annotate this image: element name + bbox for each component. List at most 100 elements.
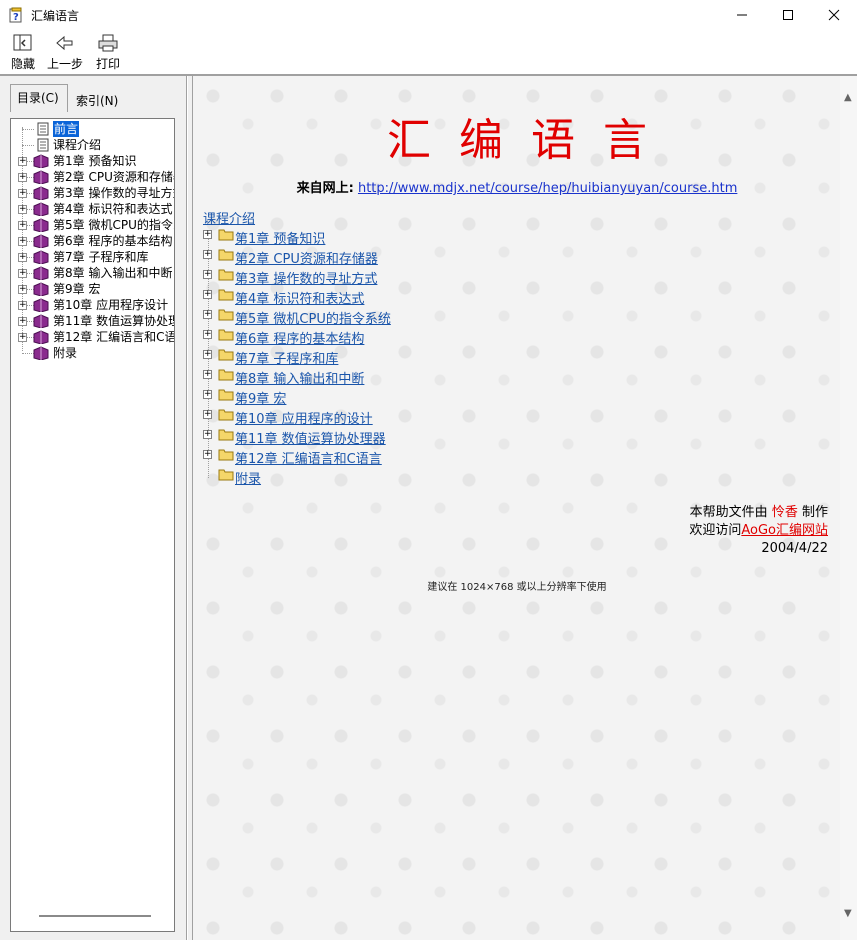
expand-icon[interactable]: + bbox=[203, 290, 212, 299]
expand-icon[interactable]: + bbox=[18, 285, 27, 294]
credit-visit-line: 欢迎访问AoGo汇编网站 bbox=[689, 522, 828, 540]
tab-contents[interactable]: 目录(C) bbox=[10, 84, 68, 112]
tree-item[interactable]: + 第7章 子程序和库 bbox=[11, 249, 174, 265]
toc-chapter-link[interactable]: 第1章 预备知识 bbox=[235, 228, 325, 247]
close-button[interactable] bbox=[811, 0, 857, 30]
vertical-scrollbar[interactable]: ▲ ▼ bbox=[840, 76, 857, 940]
book-icon bbox=[33, 346, 49, 361]
expand-icon[interactable]: + bbox=[203, 370, 212, 379]
folder-icon bbox=[218, 248, 234, 261]
expand-icon[interactable]: + bbox=[18, 237, 27, 246]
credit-author-line: 本帮助文件由 怜香 制作 bbox=[689, 504, 828, 522]
navigation-pane: 目录(C) 索引(N) 前言 课程介绍 + 第1章 预备知识 + 第2章 CPU资源和存储… bbox=[0, 76, 187, 940]
credit-prefix: 本帮助文件由 bbox=[689, 505, 768, 520]
toc-chapter-link[interactable]: 第4章 标识符和表达式 bbox=[235, 288, 364, 307]
tree-item-label: 附录 bbox=[53, 346, 78, 360]
folder-icon bbox=[218, 348, 234, 361]
maximize-button[interactable] bbox=[765, 0, 811, 30]
expand-icon[interactable]: + bbox=[18, 205, 27, 214]
expand-icon[interactable]: + bbox=[18, 221, 27, 230]
horizontal-scrollbar[interactable] bbox=[39, 915, 151, 917]
expand-icon[interactable]: + bbox=[203, 430, 212, 439]
toc-chapter-link[interactable]: 第11章 数值运算协处理器 bbox=[235, 428, 386, 447]
tab-index-label: 索引(N) bbox=[76, 94, 119, 108]
expand-icon[interactable]: + bbox=[18, 269, 27, 278]
back-label: 上一步 bbox=[46, 57, 83, 71]
tree-item[interactable]: + 第5章 微机CPU的指令系统 bbox=[11, 217, 174, 233]
toc-chapter-link[interactable]: 第7章 子程序和库 bbox=[235, 348, 338, 367]
back-button[interactable]: 上一步 bbox=[45, 32, 85, 72]
page-title: 汇编语言 bbox=[387, 115, 675, 166]
book-icon bbox=[33, 170, 49, 185]
scroll-down-icon[interactable]: ▼ bbox=[844, 908, 852, 919]
tree-item[interactable]: + 第4章 标识符和表达式 bbox=[11, 201, 174, 217]
contents-tree[interactable]: 前言 课程介绍 + 第1章 预备知识 + 第2章 CPU资源和存储器 + 第3章 操作数的寻址… bbox=[10, 118, 175, 932]
expand-icon[interactable]: + bbox=[203, 270, 212, 279]
expand-icon[interactable]: + bbox=[203, 310, 212, 319]
tab-index[interactable]: 索引(N) bbox=[70, 88, 126, 112]
expand-icon[interactable]: + bbox=[18, 189, 27, 198]
visit-prefix: 欢迎访问 bbox=[689, 523, 742, 538]
folder-icon bbox=[218, 308, 234, 321]
tree-item-label: 第1章 预备知识 bbox=[53, 154, 137, 168]
tree-item[interactable]: 前言 bbox=[11, 121, 174, 137]
toc-chapter-link[interactable]: 第9章 宏 bbox=[235, 388, 286, 407]
expand-icon[interactable]: + bbox=[203, 390, 212, 399]
toc-chapter-link[interactable]: 附录 bbox=[235, 468, 261, 487]
aogo-site-link[interactable]: AoGo汇编网站 bbox=[741, 523, 828, 538]
expand-icon[interactable]: + bbox=[18, 301, 27, 310]
folder-icon bbox=[218, 328, 234, 341]
hide-button[interactable]: 隐藏 bbox=[6, 32, 40, 72]
book-icon bbox=[33, 314, 49, 329]
toc-chapter-link[interactable]: 第12章 汇编语言和C语言 bbox=[235, 448, 382, 467]
tree-item[interactable]: + 第2章 CPU资源和存储器 bbox=[11, 169, 174, 185]
expand-icon[interactable]: + bbox=[203, 250, 212, 259]
svg-text:?: ? bbox=[13, 12, 19, 23]
print-button[interactable]: 打印 bbox=[92, 32, 124, 72]
scroll-up-icon[interactable]: ▲ bbox=[844, 92, 852, 103]
book-icon bbox=[33, 202, 49, 217]
tree-item[interactable]: + 第9章 宏 bbox=[11, 281, 174, 297]
page-icon bbox=[37, 138, 49, 152]
expand-icon[interactable]: + bbox=[18, 157, 27, 166]
expand-icon[interactable]: + bbox=[203, 450, 212, 459]
toc-chapter-link[interactable]: 第3章 操作数的寻址方式 bbox=[235, 268, 377, 287]
tree-item[interactable]: + 第10章 应用程序设计 bbox=[11, 297, 174, 313]
tree-item[interactable]: 课程介绍 bbox=[11, 137, 174, 153]
tab-contents-label: 目录(C) bbox=[17, 91, 59, 105]
credit-date: 2004/4/22 bbox=[761, 541, 828, 556]
tree-item[interactable]: + 第1章 预备知识 bbox=[11, 153, 174, 169]
source-url-link[interactable]: http://www.mdjx.net/course/hep/huibianyu… bbox=[358, 181, 737, 196]
expand-icon[interactable]: + bbox=[18, 333, 27, 342]
expand-icon[interactable]: + bbox=[18, 317, 27, 326]
tree-item[interactable]: + 第12章 汇编语言和C语言 bbox=[11, 329, 175, 345]
tree-item-label: 第12章 汇编语言和C语言 bbox=[53, 330, 175, 344]
title-bar: ? 汇编语言 bbox=[0, 0, 857, 30]
tree-item[interactable]: + 第8章 输入输出和中断 bbox=[11, 265, 174, 281]
tree-item[interactable]: + 第6章 程序的基本结构 bbox=[11, 233, 174, 249]
tree-item-label: 第6章 程序的基本结构 bbox=[53, 234, 173, 248]
book-icon bbox=[33, 250, 49, 265]
tree-branch-line bbox=[22, 129, 34, 130]
book-icon bbox=[33, 330, 49, 345]
tree-item-label: 第9章 宏 bbox=[53, 282, 101, 296]
toc-chapter-link[interactable]: 第6章 程序的基本结构 bbox=[235, 328, 364, 347]
expand-icon[interactable]: + bbox=[203, 410, 212, 419]
toc-chapter-link[interactable]: 第10章 应用程序的设计 bbox=[235, 408, 373, 427]
toc-course-intro-link[interactable]: 课程介绍 bbox=[203, 208, 255, 227]
expand-icon[interactable]: + bbox=[203, 330, 212, 339]
tree-item[interactable]: 附录 bbox=[11, 345, 174, 361]
expand-icon[interactable]: + bbox=[203, 230, 212, 239]
toc-chapter-link[interactable]: 第2章 CPU资源和存储器 bbox=[235, 248, 378, 267]
minimize-button[interactable] bbox=[719, 0, 765, 30]
toc-chapter-link[interactable]: 第5章 微机CPU的指令系统 bbox=[235, 308, 391, 327]
expand-icon[interactable]: + bbox=[18, 253, 27, 262]
toc-chapter-link[interactable]: 第8章 输入输出和中断 bbox=[235, 368, 364, 387]
folder-icon bbox=[218, 468, 234, 481]
tree-item[interactable]: + 第3章 操作数的寻址方式 bbox=[11, 185, 175, 201]
expand-icon[interactable]: + bbox=[18, 173, 27, 182]
tree-item-label: 第3章 操作数的寻址方式 bbox=[53, 186, 175, 200]
folder-icon bbox=[218, 428, 234, 441]
expand-icon[interactable]: + bbox=[203, 350, 212, 359]
tree-item[interactable]: + 第11章 数值运算协处理器 bbox=[11, 313, 174, 329]
